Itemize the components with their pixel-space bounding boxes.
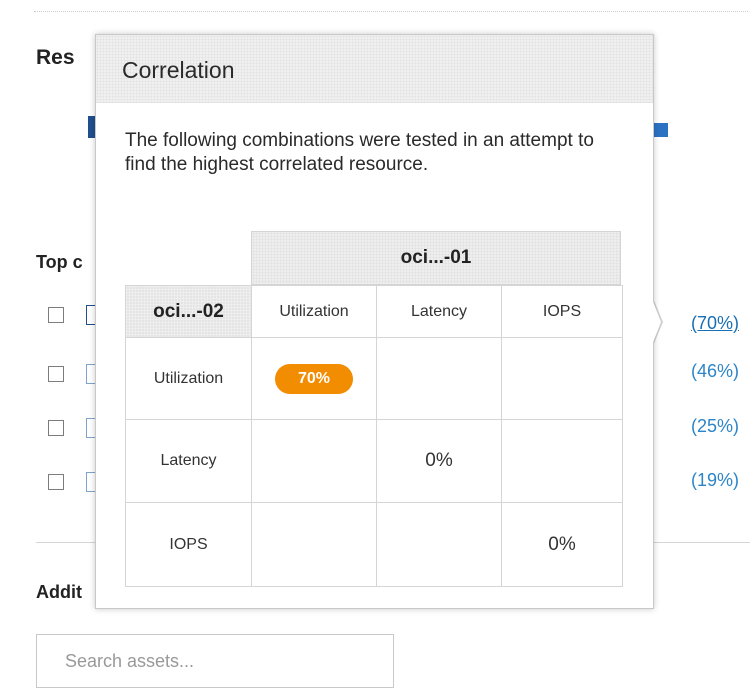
correlation-percent-link[interactable]: (46%) xyxy=(691,361,739,382)
row-checkbox[interactable] xyxy=(48,307,64,323)
row-header: Utilization xyxy=(125,337,252,420)
column-header: IOPS xyxy=(501,285,623,338)
correlation-table: oci...-01 oci...-02 Utilization Latency … xyxy=(125,231,623,587)
correlation-percent-link[interactable]: (70%) xyxy=(691,313,739,334)
table-cell xyxy=(501,419,623,503)
row-group-header: oci...-02 xyxy=(125,285,252,338)
correlation-percent-link[interactable]: (19%) xyxy=(691,470,739,491)
row-header: IOPS xyxy=(125,502,252,587)
table-cell: 70% xyxy=(251,337,377,420)
top-correlated-heading: Top c xyxy=(36,252,83,272)
correlation-popover: Correlation The following combinations w… xyxy=(95,34,654,609)
table-cell xyxy=(376,337,502,420)
correlation-grid: oci...-02 Utilization Latency IOPS Utili… xyxy=(125,285,623,587)
row-header: Latency xyxy=(125,419,252,503)
table-cell xyxy=(251,502,377,587)
highest-correlation-badge: 70% xyxy=(275,363,353,394)
popover-description: The following combinations were tested i… xyxy=(125,130,594,175)
table-cell: 0% xyxy=(376,419,502,503)
chart-bar-fragment xyxy=(654,123,668,137)
row-checkbox[interactable] xyxy=(48,366,64,382)
column-group-header: oci...-01 xyxy=(251,231,621,285)
popover-arrow-fill xyxy=(652,299,661,345)
table-cell xyxy=(251,419,377,503)
table-cell xyxy=(501,337,623,420)
column-header: Latency xyxy=(376,285,502,338)
search-assets-input[interactable]: Search assets... xyxy=(36,634,394,688)
correlation-percent-link[interactable]: (25%) xyxy=(691,416,739,437)
popover-title: Correlation xyxy=(122,57,235,83)
additional-heading: Addit xyxy=(36,582,82,602)
column-header: Utilization xyxy=(251,285,377,338)
table-cell: 0% xyxy=(501,502,623,587)
page-section-title: Res xyxy=(36,46,75,69)
row-checkbox[interactable] xyxy=(48,474,64,490)
table-cell xyxy=(376,502,502,587)
row-checkbox[interactable] xyxy=(48,420,64,436)
top-divider xyxy=(34,11,748,12)
